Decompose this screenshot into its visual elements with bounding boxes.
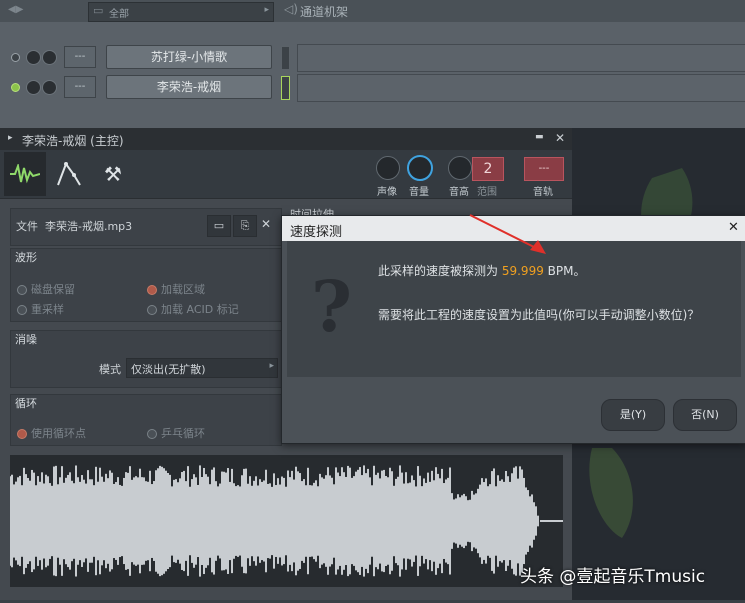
- option-load-region[interactable]: 加载区域: [147, 281, 205, 297]
- watermark: 头条 @壹起音乐Tmusic: [520, 567, 706, 587]
- mixer-track-button[interactable]: ---: [64, 76, 96, 98]
- channel-rack-toolbar: ◀▶ ▭ 全部 ▸ ◁) 通道机架: [0, 0, 745, 23]
- question-icon: ?: [311, 265, 353, 348]
- tab-misc-functions[interactable]: ⚒: [92, 152, 134, 196]
- pan-knob[interactable]: [376, 156, 400, 180]
- channel-led[interactable]: [11, 53, 20, 62]
- option-ping-pong-loop[interactable]: 乒乓循环: [147, 425, 205, 441]
- arrow-annotation: [469, 214, 546, 254]
- option-resample[interactable]: 重采样: [17, 301, 64, 317]
- waveform-display[interactable]: [9, 455, 563, 587]
- remove-sample-icon[interactable]: ✕: [261, 217, 271, 231]
- loop-section: 循环 使用循环点 乒乓循环: [10, 394, 282, 446]
- envelope-icon: [57, 161, 81, 186]
- mode-value: 仅淡出(无扩散): [131, 363, 206, 376]
- radio-icon: [147, 429, 157, 439]
- mixer-track-selector[interactable]: ---: [524, 157, 564, 181]
- file-name[interactable]: 李荣浩-戒烟.mp3: [45, 218, 132, 234]
- radio-icon: [17, 285, 27, 295]
- edit-icon[interactable]: ⎘: [233, 215, 257, 237]
- chevron-right-icon[interactable]: ▸: [8, 133, 13, 143]
- pan-knob[interactable]: [26, 50, 41, 65]
- close-button[interactable]: ✕: [555, 131, 565, 145]
- pan-label: 声像: [377, 187, 397, 198]
- pan-knob[interactable]: [26, 80, 41, 95]
- channel-button[interactable]: 苏打绿-小情歌: [106, 45, 272, 69]
- audio-waveform: [9, 465, 563, 577]
- pitch-knob[interactable]: [448, 156, 472, 180]
- volume-label: 音量: [409, 187, 429, 198]
- step-sequencer-lane[interactable]: [297, 74, 745, 102]
- channel-select-meter[interactable]: [281, 76, 290, 100]
- dialog-close-button[interactable]: ✕: [728, 220, 739, 235]
- volume-knob[interactable]: [42, 50, 57, 65]
- channel-rack-title: 通道机架: [300, 5, 349, 19]
- plugin-toolbar: ⚒ 声像 音量 音高 2 范围 --- 音轨: [0, 150, 572, 199]
- channel-select-meter[interactable]: [281, 46, 290, 70]
- folder-icon: ▭: [93, 4, 104, 17]
- dialog-title: 速度探测: [290, 225, 343, 240]
- channel-led[interactable]: [11, 83, 20, 92]
- option-disk-keep[interactable]: 磁盘保留: [17, 281, 75, 297]
- mode-select[interactable]: 仅淡出(无扩散) ▸: [126, 358, 278, 378]
- mixer-track-button[interactable]: ---: [64, 46, 96, 68]
- waveform-icon: [10, 162, 41, 184]
- no-button[interactable]: 否(N): [673, 399, 737, 431]
- option-use-loop-points[interactable]: 使用循环点: [17, 425, 86, 441]
- waveform-section: 波形 磁盘保留 加载区域 重采样 加载 ACID 标记: [10, 248, 282, 322]
- range-label: 范围: [477, 187, 497, 198]
- channel-button[interactable]: 李荣浩-戒烟: [106, 75, 272, 99]
- channel-filter-value: 全部: [109, 9, 129, 20]
- tab-sample-settings[interactable]: [4, 152, 46, 196]
- plugin-title: 李荣浩-戒烟 (主控): [22, 134, 124, 148]
- volume-knob[interactable]: [42, 80, 57, 95]
- chevron-right-icon: ▸: [269, 361, 274, 371]
- chevron-right-icon: ▸: [264, 5, 269, 15]
- speaker-icon[interactable]: ◁): [284, 2, 298, 16]
- bpm-value: 59.999: [501, 264, 544, 278]
- pitch-range-value[interactable]: 2: [472, 157, 504, 181]
- radio-icon: [147, 285, 157, 295]
- step-sequencer-lane[interactable]: [297, 44, 745, 72]
- loop-section-title: 循环: [15, 397, 37, 410]
- file-label: 文件: [16, 220, 38, 233]
- declick-section: 消噪 模式 仅淡出(无扩散) ▸: [10, 330, 282, 388]
- folder-open-icon[interactable]: ▭: [207, 215, 231, 237]
- declick-section-title: 消噪: [15, 333, 37, 346]
- radio-icon: [17, 429, 27, 439]
- plugin-titlebar[interactable]: ▸ 李荣浩-戒烟 (主控) ▬ ✕: [0, 128, 572, 150]
- mode-label: 模式: [99, 363, 121, 376]
- radio-icon: [17, 305, 27, 315]
- option-load-acid-markers[interactable]: 加载 ACID 标记: [147, 301, 239, 317]
- wrench-icon: ⚒: [104, 162, 122, 186]
- question-text: 需要将此工程的速度设置为此值吗(你可以手动调整小数位)？: [378, 308, 700, 322]
- minimize-button[interactable]: ▬: [535, 132, 544, 142]
- arrow-icon[interactable]: ◀▶: [8, 4, 23, 15]
- radio-icon: [147, 305, 157, 315]
- tab-envelope[interactable]: [48, 152, 90, 196]
- channel-list: --- 苏打绿-小情歌 --- 李荣浩-戒烟: [0, 44, 745, 104]
- volume-knob[interactable]: [407, 155, 433, 181]
- file-section: 文件 李荣浩-戒烟.mp3 ▭ ⎘ ✕: [10, 208, 282, 246]
- yes-button[interactable]: 是(Y): [601, 399, 665, 431]
- track-label: 音轨: [533, 187, 553, 198]
- waveform-section-title: 波形: [15, 251, 37, 264]
- channel-filter-dropdown[interactable]: ▭ 全部 ▸: [88, 2, 274, 22]
